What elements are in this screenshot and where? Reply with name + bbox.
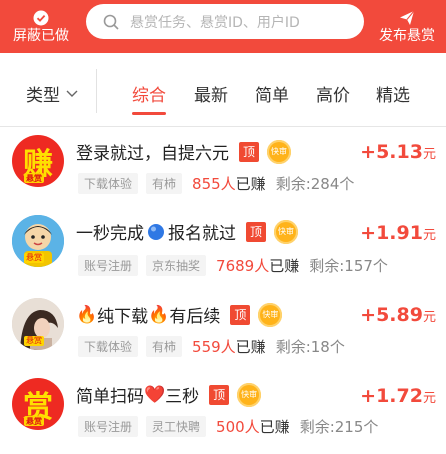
task-meta: 下载体验 有柿 855人已赚 剩余:284个	[78, 173, 354, 194]
reward-unit: 元	[422, 310, 436, 325]
fire-icon: 🔥	[148, 304, 170, 325]
earned-number: 7689人	[216, 257, 270, 275]
list-item[interactable]: 赚 悬赏 登录就过，自提六元 顶 快审 +5.13元 下载体验 有柿 855人已…	[0, 127, 446, 207]
reward-unit: 元	[422, 228, 436, 243]
task-title-tail: 报名就过	[168, 224, 236, 244]
check-circle-icon	[33, 10, 49, 25]
active-tab-indicator	[132, 112, 166, 115]
earned-count: 7689人已赚	[216, 255, 299, 276]
platform-tag: 灵工快聘	[146, 416, 207, 437]
tab-latest[interactable]: 最新	[194, 81, 228, 106]
reward-value: +5.13	[360, 141, 423, 163]
reward-value: +5.89	[360, 304, 423, 326]
reward-unit: 元	[422, 391, 436, 406]
task-title: 一秒完成	[76, 224, 144, 244]
task-title-row: 简单扫码 ❤️ 三秒 顶 快审	[76, 382, 262, 407]
publish-reward-label: 发布悬赏	[379, 27, 435, 44]
task-title: 简单扫码	[76, 387, 144, 407]
top-badge: 顶	[246, 221, 266, 242]
hide-done-button[interactable]: 屏蔽已做	[8, 0, 74, 53]
heart-icon: ❤️	[144, 384, 166, 405]
task-title: 纯下载	[97, 307, 149, 327]
search-input[interactable]: 悬赏任务、悬赏ID、用户ID	[86, 4, 364, 39]
fast-review-badge: 快审	[274, 219, 298, 244]
top-badge: 顶	[209, 384, 230, 405]
category-tag: 下载体验	[78, 173, 139, 194]
earned-suffix: 已赚	[259, 418, 290, 436]
avatar-badge: 悬赏	[24, 416, 44, 426]
avatar: 悬赏	[12, 298, 64, 350]
type-dropdown-label: 类型	[26, 86, 60, 106]
earned-suffix: 已赚	[235, 175, 266, 193]
publish-reward-button[interactable]: 发布悬赏	[374, 0, 440, 53]
earned-count: 855人已赚	[192, 173, 266, 194]
reward-amount: +1.72元	[360, 385, 436, 407]
reward-amount: +5.89元	[360, 304, 436, 326]
task-meta: 账号注册 京东抽奖 7689人已赚 剩余:157个	[78, 255, 388, 276]
fast-review-badge: 快审	[237, 382, 262, 407]
avatar-badge: 悬赏	[24, 173, 44, 183]
chevron-down-icon	[66, 90, 78, 97]
earned-number: 559人	[192, 338, 236, 356]
earned-number: 855人	[192, 175, 236, 193]
earned-suffix: 已赚	[269, 257, 300, 275]
task-title-tail: 有后续	[169, 307, 221, 327]
remaining-count: 剩余:157个	[309, 257, 388, 275]
earned-number: 500人	[216, 418, 260, 436]
task-title-row: 登录就过，自提六元 顶 快审	[76, 139, 291, 164]
task-title: 登录就过，自提六元	[76, 144, 229, 164]
task-title-row: 🔥 纯下载 🔥 有后续 顶 快审	[76, 302, 283, 327]
search-icon	[103, 14, 119, 30]
avatar: 赚 悬赏	[12, 135, 64, 187]
reward-unit: 元	[422, 147, 436, 162]
paper-plane-icon	[400, 10, 415, 25]
task-meta: 账号注册 灵工快聘 500人已赚 剩余:215个	[78, 416, 378, 437]
fire-icon: 🔥	[76, 304, 98, 325]
reward-amount: +1.91元	[360, 222, 436, 244]
list-item[interactable]: 赏 悬赏 简单扫码 ❤️ 三秒 顶 快审 +1.72元 账号注册 灵工快聘 50…	[0, 368, 446, 448]
reward-value: +1.91	[360, 222, 423, 244]
tab-divider	[96, 69, 97, 113]
reward-value: +1.72	[360, 385, 423, 407]
remaining-count: 剩余:284个	[275, 175, 355, 193]
tab-comprehensive[interactable]: 综合	[132, 81, 166, 106]
top-header: 屏蔽已做 悬赏任务、悬赏ID、用户ID 发布悬赏	[0, 0, 446, 53]
category-tag: 下载体验	[78, 336, 139, 357]
search-placeholder: 悬赏任务、悬赏ID、用户ID	[130, 14, 300, 31]
avatar-badge: 悬赏	[24, 253, 44, 263]
earned-count: 559人已赚	[192, 336, 266, 357]
fast-review-badge: 快审	[258, 302, 283, 327]
platform-tag: 有柿	[146, 336, 183, 357]
avatar-badge: 悬赏	[24, 336, 44, 346]
hide-done-label: 屏蔽已做	[13, 27, 69, 44]
reward-amount: +5.13元	[360, 141, 436, 163]
top-badge: 顶	[239, 141, 259, 162]
list-item[interactable]: 悬赏 🔥 纯下载 🔥 有后续 顶 快审 +5.89元 下载体验 有柿 559人已…	[0, 286, 446, 366]
platform-tag: 京东抽奖	[146, 255, 207, 276]
remaining-count: 剩余:18个	[275, 338, 345, 356]
fast-review-badge: 快审	[267, 139, 291, 164]
tab-featured[interactable]: 精选	[376, 81, 410, 106]
category-tag: 账号注册	[78, 416, 139, 437]
avatar: 悬赏	[12, 215, 64, 267]
filter-tabs: 类型 综合 最新 简单 高价 精选	[0, 53, 446, 127]
tab-high-price[interactable]: 高价	[316, 81, 350, 106]
platform-tag: 有柿	[146, 173, 183, 194]
list-item[interactable]: 悬赏 一秒完成 报名就过 顶 快审 +1.91元 账号注册 京东抽奖 7689人…	[0, 205, 446, 285]
type-dropdown[interactable]: 类型	[26, 81, 78, 106]
avatar: 赏 悬赏	[12, 378, 64, 430]
earned-suffix: 已赚	[235, 338, 266, 356]
category-tag: 账号注册	[78, 255, 139, 276]
task-title-tail: 三秒	[165, 387, 200, 407]
top-badge: 顶	[230, 304, 251, 325]
task-meta: 下载体验 有柿 559人已赚 剩余:18个	[78, 336, 345, 357]
task-title-row: 一秒完成 报名就过 顶 快审	[76, 219, 298, 244]
tab-simple[interactable]: 简单	[255, 81, 289, 106]
earned-count: 500人已赚	[216, 416, 290, 437]
blue-dot-icon	[148, 223, 164, 240]
remaining-count: 剩余:215个	[299, 418, 379, 436]
